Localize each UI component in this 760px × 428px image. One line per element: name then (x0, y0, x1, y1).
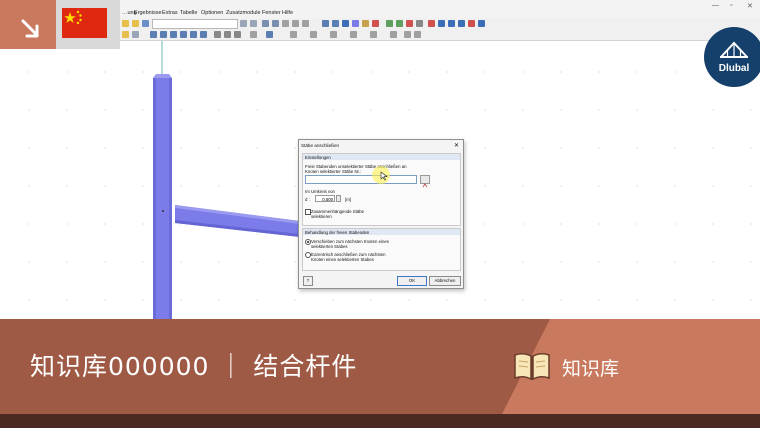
d-unit: [m] (345, 197, 351, 202)
free-ends-group-header-bar: Behandlung der freien Stabenden (303, 229, 460, 235)
filter-icon[interactable] (250, 31, 257, 38)
free-ends-group-header: Behandlung der freien Stabenden (305, 229, 370, 235)
d-spinner[interactable] (336, 195, 341, 202)
calc-icon[interactable] (428, 20, 435, 27)
cancel-button[interactable]: Abbrechen (429, 276, 461, 286)
logo-text: Dlubal (718, 63, 750, 74)
save-icon[interactable] (142, 20, 149, 27)
menu-item-tools[interactable]: Extras (162, 10, 178, 16)
undo-icon[interactable] (240, 20, 247, 27)
checkbox-label-line-2: selektieren (311, 214, 332, 219)
dialog-title: Stäbe anschließen (301, 143, 340, 148)
pan-icon[interactable] (132, 31, 139, 38)
menu-item-results[interactable]: Ergebnisse (134, 10, 162, 16)
dim6-icon[interactable] (390, 31, 397, 38)
menu-item-addons[interactable]: Zusatzmodule (226, 10, 261, 16)
radius-label: Im Umkreis von (305, 189, 335, 194)
china-flag-icon[interactable] (62, 8, 107, 38)
measure-icon[interactable] (416, 20, 423, 27)
print-icon[interactable] (448, 20, 455, 27)
menu-item-options[interactable]: Optionen (201, 10, 223, 16)
dim3-icon[interactable] (330, 31, 337, 38)
dlubal-logo: Dlubal (704, 27, 760, 87)
d-label: d : (305, 197, 310, 202)
knowledge-base-label[interactable]: 知识库 (562, 354, 619, 381)
rotate-icon[interactable] (170, 31, 177, 38)
banner-title: 知识库000000 ｜ 结合杆件 (30, 352, 358, 381)
restore-icon[interactable]: ▫ (730, 2, 732, 9)
open-icon[interactable] (132, 20, 139, 27)
column-flange-left (153, 78, 156, 321)
redo-icon[interactable] (250, 20, 257, 27)
menu-item-help[interactable]: Hilfe (282, 10, 293, 16)
back-badge[interactable] (0, 0, 56, 49)
column-flange-right (169, 78, 172, 321)
dim-icon[interactable] (290, 31, 297, 38)
render-icon[interactable] (214, 31, 221, 38)
snap-icon[interactable] (292, 20, 299, 27)
menu-item-table[interactable]: Tabelle (180, 10, 197, 16)
wire-icon[interactable] (224, 31, 231, 38)
radio2-label-line-2: Knoten eines selektierten Stabes (311, 257, 374, 262)
line-icon[interactable] (332, 20, 339, 27)
free-ends-group: Behandlung der freien Stabenden Verschie… (302, 228, 461, 271)
help-icon[interactable]: ? (303, 276, 313, 286)
load-icon[interactable] (386, 20, 393, 27)
menu-item-window[interactable]: Fenster (262, 10, 281, 16)
dim8-icon[interactable] (414, 31, 421, 38)
zoom-all-icon[interactable] (160, 31, 167, 38)
ortho-icon[interactable] (302, 20, 309, 27)
arrow-down-right-icon (21, 19, 39, 38)
dim7-icon[interactable] (404, 31, 411, 38)
settings-group-header: Einstellungen (305, 154, 331, 160)
node-icon[interactable] (322, 20, 329, 27)
dim5-icon[interactable] (370, 31, 377, 38)
info-icon[interactable] (478, 20, 485, 27)
side-icon[interactable] (200, 31, 207, 38)
report-icon[interactable] (458, 20, 465, 27)
description-line-2: Knoten selektierter Stäbe Nr.: (305, 169, 362, 174)
solid-icon[interactable] (362, 20, 369, 27)
view2-icon[interactable] (272, 20, 279, 27)
minimize-icon[interactable]: — (712, 2, 719, 9)
mouse-pointer-icon (380, 171, 388, 181)
display-icon[interactable] (266, 31, 273, 38)
settings-group-header-bar: Einstellungen (303, 154, 460, 160)
delete-icon[interactable] (406, 20, 413, 27)
select-members-icon[interactable] (420, 175, 430, 188)
iso-icon[interactable] (180, 31, 187, 38)
d-input[interactable]: 0.500 (315, 195, 335, 202)
dim2-icon[interactable] (310, 31, 317, 38)
select-icon[interactable] (122, 31, 129, 38)
radio-dot (307, 241, 309, 243)
support-icon[interactable] (372, 20, 379, 27)
load2-icon[interactable] (396, 20, 403, 27)
bridge-logo-icon (720, 41, 748, 58)
dialog-close-icon[interactable]: ✕ (454, 142, 459, 149)
surface-icon[interactable] (352, 20, 359, 27)
member-icon[interactable] (342, 20, 349, 27)
column-top (153, 74, 172, 78)
ok-button[interactable]: OK (397, 276, 427, 286)
folder-icon[interactable] (122, 20, 129, 27)
window-close-icon[interactable]: ✕ (747, 2, 753, 10)
zoom-icon[interactable] (150, 31, 157, 38)
section-icon[interactable] (234, 31, 241, 38)
front-icon[interactable] (190, 31, 197, 38)
members-input[interactable] (305, 175, 417, 184)
connect-members-dialog: Stäbe anschließen ✕ Einstellungen Freie … (298, 139, 464, 289)
export-icon[interactable] (468, 20, 475, 27)
grid-icon[interactable] (282, 20, 289, 27)
bottom-strip (0, 414, 760, 428)
dim4-icon[interactable] (350, 31, 357, 38)
results-icon[interactable] (438, 20, 445, 27)
model-select[interactable] (152, 19, 238, 29)
radio1-label-line-2: selektierten Stabes (311, 244, 348, 249)
view-icon[interactable] (262, 20, 269, 27)
settings-group: Einstellungen Freie Stabenden unselektie… (302, 153, 461, 226)
node-point (162, 210, 164, 212)
book-icon (514, 352, 550, 381)
